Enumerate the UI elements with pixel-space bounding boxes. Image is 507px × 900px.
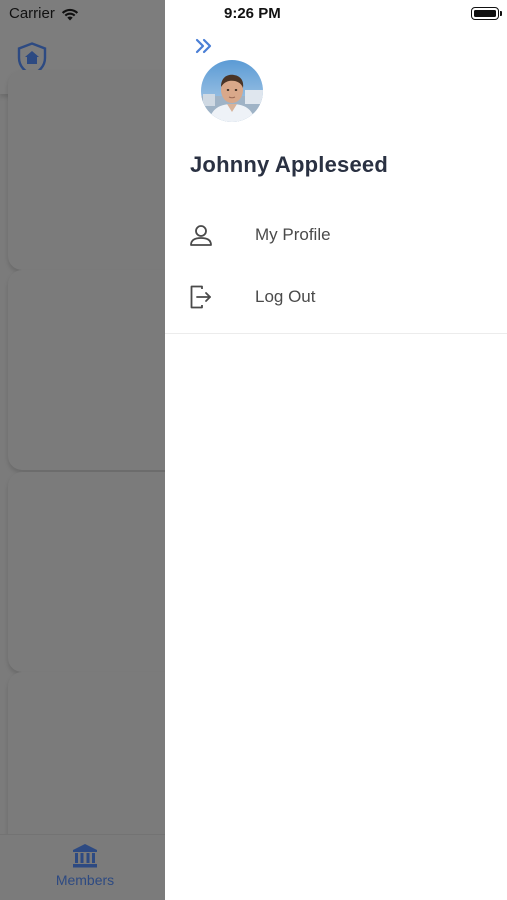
bank-icon — [73, 844, 97, 868]
carrier-label: Carrier — [9, 5, 55, 22]
battery-tip — [500, 11, 502, 16]
menu-item-label: My Profile — [255, 225, 331, 244]
avatar[interactable] — [201, 60, 263, 122]
status-bar-left: Carrier — [9, 5, 79, 22]
tab-members[interactable]: Members — [52, 843, 118, 888]
status-time: 9:26 PM — [224, 5, 281, 22]
wifi-icon — [61, 8, 78, 20]
menu-divider — [165, 333, 507, 334]
menu-item-label: Log Out — [255, 287, 316, 306]
battery-icon — [471, 7, 499, 20]
side-drawer — [165, 0, 507, 900]
double-chevron-right-icon[interactable] — [194, 37, 216, 55]
tab-members-label: Members — [55, 872, 115, 888]
menu-item-my-profile[interactable]: My Profile — [165, 205, 507, 265]
menu-item-log-out[interactable]: Log Out — [165, 267, 507, 327]
logout-icon — [189, 284, 213, 310]
user-name: Johnny Appleseed — [190, 152, 388, 177]
person-icon — [189, 223, 213, 249]
